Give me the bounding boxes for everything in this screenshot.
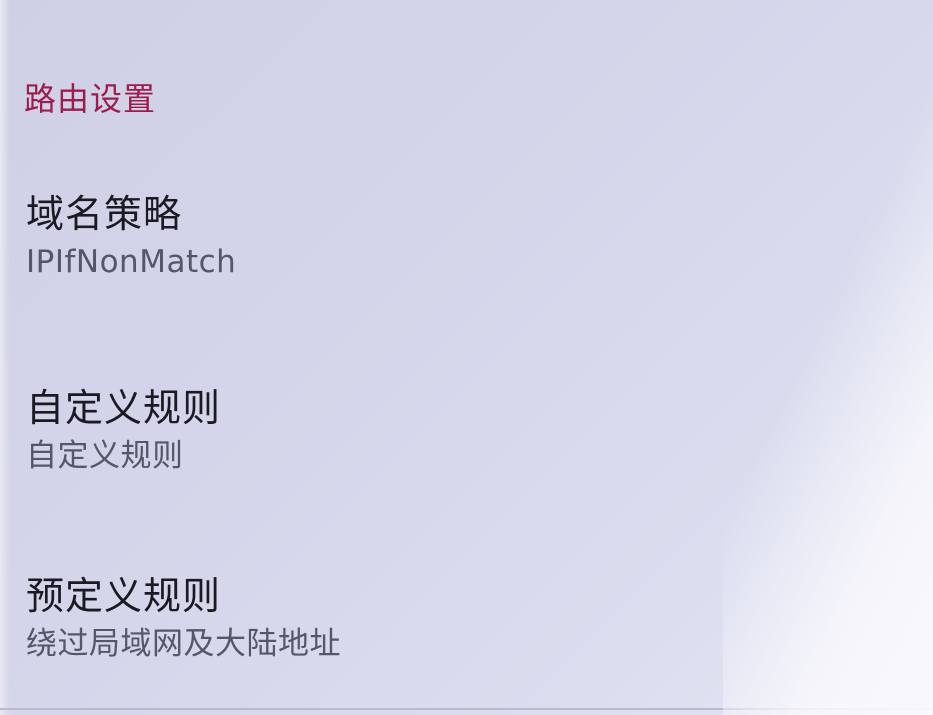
pref-custom-rules[interactable]: 自定义规则 自定义规则 <box>26 384 846 476</box>
pref-title: 预定义规则 <box>26 574 222 618</box>
pref-summary: 自定义规则 <box>26 438 184 474</box>
pref-title: 域名策略 <box>26 192 183 236</box>
settings-screen: 路由设置 域名策略 IPIfNonMatch 自定义规则 自定义规则 预定义规则… <box>0 0 933 715</box>
pref-summary: IPIfNonMatch <box>26 244 237 280</box>
section-header-routing: 路由设置 <box>24 80 157 118</box>
pref-domain-strategy[interactable]: 域名策略 IPIfNonMatch <box>26 190 846 282</box>
screen-bezel <box>0 0 10 715</box>
divider <box>0 708 933 710</box>
pref-predefined-rules[interactable]: 预定义规则 绕过局域网及大陆地址 <box>26 572 846 664</box>
pref-title: 自定义规则 <box>26 386 222 430</box>
pref-summary: 绕过局域网及大陆地址 <box>26 626 341 662</box>
